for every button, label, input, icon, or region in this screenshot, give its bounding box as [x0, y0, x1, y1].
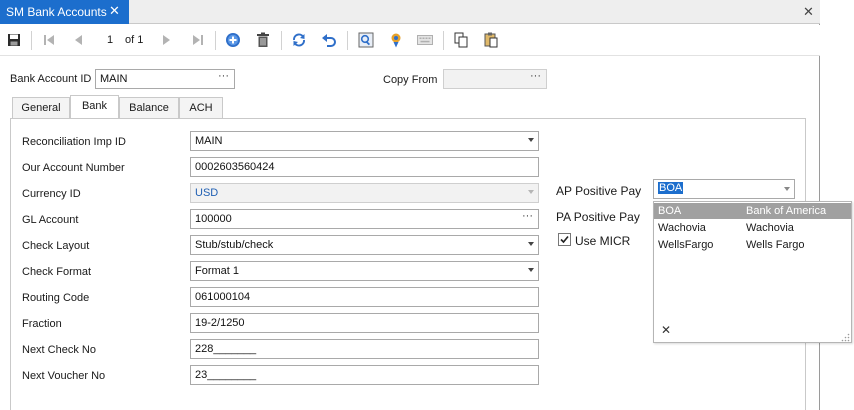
toolbar-separator: [31, 31, 32, 50]
tab-balance-label: Balance: [129, 102, 169, 114]
fraction-value: 19-2/1250: [195, 317, 245, 329]
gl-account-label: GL Account: [22, 214, 79, 226]
document-tab-title: SM Bank Accounts: [6, 5, 107, 19]
save-icon[interactable]: [4, 30, 24, 50]
dropdown-option-boa[interactable]: BOA Bank of America: [654, 203, 851, 219]
find-icon[interactable]: [356, 30, 376, 50]
refresh-icon[interactable]: [289, 30, 309, 50]
routing-code-label: Routing Code: [22, 292, 90, 304]
bank-account-id-field[interactable]: MAIN ···: [95, 69, 235, 89]
our-account-number-label: Our Account Number: [22, 162, 125, 174]
previous-record-icon[interactable]: [68, 30, 88, 50]
ap-positive-pay-value: BOA: [658, 182, 684, 194]
chevron-down-icon[interactable]: [528, 268, 534, 272]
last-record-icon[interactable]: [188, 30, 208, 50]
reconciliation-imp-id-select[interactable]: MAIN: [190, 131, 539, 151]
tab-general[interactable]: General: [12, 97, 70, 118]
use-micr-checkbox[interactable]: [558, 233, 571, 246]
next-check-no-label: Next Check No: [22, 344, 96, 356]
ap-positive-pay-select[interactable]: BOA: [653, 179, 795, 199]
gl-account-lookup-icon[interactable]: ···: [522, 210, 533, 222]
window-close-icon[interactable]: ✕: [803, 4, 814, 20]
check-format-select[interactable]: Format 1: [190, 261, 539, 281]
bank-account-id-value: MAIN: [100, 73, 128, 85]
add-icon[interactable]: [223, 30, 243, 50]
gl-account-value: 100000: [195, 213, 232, 225]
tab-balance[interactable]: Balance: [119, 97, 179, 118]
next-check-no-field[interactable]: 228_______: [190, 339, 539, 359]
currency-id-label: Currency ID: [22, 188, 81, 200]
option-code: Wachovia: [658, 222, 706, 234]
copy-icon[interactable]: [451, 30, 471, 50]
toolbar-separator: [347, 31, 348, 50]
our-account-number-value: 0002603560424: [195, 161, 275, 173]
tab-bank-label: Bank: [81, 100, 108, 112]
tab-general-label: General: [21, 102, 61, 114]
chevron-down-icon[interactable]: [528, 190, 534, 194]
next-voucher-no-label: Next Voucher No: [22, 370, 106, 382]
document-tab-strip: SM Bank Accounts ✕ ✕: [0, 0, 820, 24]
page-current: 1: [107, 34, 114, 46]
keyboard-icon[interactable]: [415, 30, 435, 50]
fraction-label: Fraction: [22, 318, 62, 330]
chevron-down-icon[interactable]: [528, 138, 534, 142]
check-layout-select[interactable]: Stub/stub/check: [190, 235, 539, 255]
pa-positive-pay-label: PA Positive Pay: [556, 210, 640, 224]
tab-ach[interactable]: ACH: [179, 97, 223, 118]
bank-account-id-lookup-icon[interactable]: ···: [218, 70, 229, 82]
resize-grip-icon[interactable]: [841, 333, 850, 342]
copy-from-lookup-icon[interactable]: ···: [530, 70, 541, 82]
undo-icon[interactable]: [319, 30, 339, 50]
option-name: Wells Fargo: [746, 239, 805, 251]
toolbar-separator: [215, 31, 216, 50]
bank-accounts-window: SM Bank Accounts ✕ ✕ 1 of 1 Bank Account…: [0, 0, 852, 410]
tab-ach-label: ACH: [189, 102, 213, 114]
option-name: Wachovia: [746, 222, 794, 234]
check-format-label: Check Format: [22, 266, 92, 278]
toolbar-separator: [281, 31, 282, 50]
next-voucher-no-value: 23________: [195, 369, 257, 381]
dropdown-option-wellsfargo[interactable]: WellsFargo Wells Fargo: [654, 237, 851, 253]
option-code: BOA: [658, 205, 682, 217]
first-record-icon[interactable]: [39, 30, 59, 50]
dropdown-option-wachovia[interactable]: Wachovia Wachovia: [654, 220, 851, 236]
copy-from-field[interactable]: ···: [443, 69, 547, 89]
option-name: Bank of America: [746, 205, 827, 217]
chevron-down-icon[interactable]: [784, 187, 790, 191]
next-record-icon[interactable]: [157, 30, 177, 50]
routing-code-field[interactable]: 061000104: [190, 287, 539, 307]
bank-account-id-label: Bank Account ID: [10, 73, 92, 85]
toolbar-separator: [443, 31, 444, 50]
paste-icon[interactable]: [481, 30, 501, 50]
ap-positive-pay-label: AP Positive Pay: [556, 184, 642, 198]
check-layout-value: Stub/stub/check: [195, 239, 274, 251]
copy-from-label: Copy From: [383, 74, 438, 86]
attach-icon[interactable]: [386, 30, 406, 50]
tab-bank[interactable]: Bank: [70, 95, 119, 118]
toolbar: 1 of 1: [0, 25, 820, 56]
routing-code-value: 061000104: [195, 291, 251, 303]
chevron-down-icon[interactable]: [528, 242, 534, 246]
page-total: of 1: [125, 34, 144, 46]
option-code: WellsFargo: [658, 239, 714, 251]
check-layout-label: Check Layout: [22, 240, 90, 252]
currency-id-select[interactable]: USD: [190, 183, 539, 203]
reconciliation-imp-id-label: Reconciliation Imp ID: [22, 136, 126, 148]
gl-account-field[interactable]: 100000 ···: [190, 209, 539, 229]
reconciliation-imp-id-value: MAIN: [195, 135, 223, 147]
next-check-no-value: 228_______: [195, 343, 257, 355]
dropdown-clear-icon[interactable]: ✕: [661, 323, 671, 337]
our-account-number-field[interactable]: 0002603560424: [190, 157, 539, 177]
document-tab-close-icon[interactable]: ✕: [109, 3, 120, 19]
fraction-field[interactable]: 19-2/1250: [190, 313, 539, 333]
document-tab-sm-bank-accounts[interactable]: SM Bank Accounts ✕: [0, 0, 129, 24]
next-voucher-no-field[interactable]: 23________: [190, 365, 539, 385]
check-format-value: Format 1: [195, 265, 240, 277]
use-micr-label: Use MICR: [575, 234, 631, 248]
currency-id-value: USD: [195, 187, 219, 199]
ap-positive-pay-dropdown: BOA Bank of America Wachovia Wachovia We…: [653, 201, 852, 343]
delete-icon[interactable]: [253, 30, 273, 50]
checkmark-icon: [560, 235, 569, 244]
